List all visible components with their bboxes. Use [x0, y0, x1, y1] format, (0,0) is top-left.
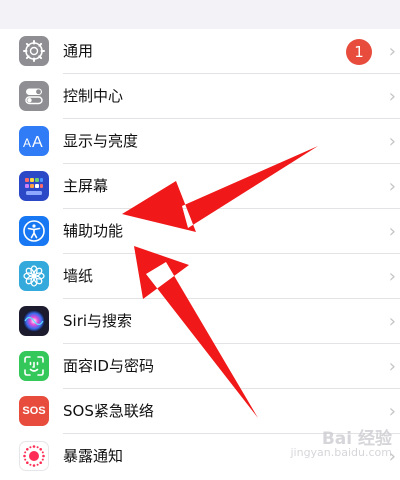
settings-row-siri-search[interactable]: Siri与搜索 ›	[0, 299, 400, 344]
settings-row-label: 控制中心	[63, 87, 124, 105]
chevron-right-icon: ›	[388, 86, 396, 107]
top-gap	[0, 0, 400, 29]
accessibility-icon	[19, 216, 49, 246]
settings-row-emergency-sos[interactable]: SOS SOS紧急联络 ›	[0, 389, 400, 434]
flower-icon	[19, 261, 49, 291]
chevron-right-icon: ›	[388, 401, 396, 422]
chevron-right-icon: ›	[388, 176, 396, 197]
chevron-right-icon: ›	[388, 221, 396, 242]
chevron-right-icon: ›	[388, 41, 396, 62]
exposure-notification-icon	[19, 441, 49, 471]
settings-row-general[interactable]: 通用 1 ›	[0, 29, 400, 74]
sos-icon: SOS	[19, 396, 49, 426]
watermark-url: jingyan.baidu.com	[290, 446, 392, 459]
sos-icon-text: SOS	[22, 405, 46, 417]
watermark-logo-text: Bai 经验	[321, 429, 392, 449]
settings-row-label: 墙纸	[63, 267, 94, 285]
settings-row-face-id-passcode[interactable]: 面容ID与密码 ›	[0, 344, 400, 389]
chevron-right-icon: ›	[388, 266, 396, 287]
settings-row-label: Siri与搜索	[63, 312, 133, 330]
gear-icon	[19, 36, 49, 66]
settings-row-label: SOS紧急联络	[63, 402, 154, 420]
svg-text:A: A	[32, 134, 43, 151]
text-size-icon: A A	[19, 126, 49, 156]
settings-row-label: 面容ID与密码	[63, 357, 154, 375]
settings-row-label: 暴露通知	[63, 447, 124, 465]
chevron-right-icon: ›	[388, 131, 396, 152]
settings-row-wallpaper[interactable]: 墙纸 ›	[0, 254, 400, 299]
face-id-icon	[19, 351, 49, 381]
chevron-right-icon: ›	[388, 356, 396, 377]
home-screen-grid-icon	[19, 171, 49, 201]
toggles-icon	[19, 81, 49, 111]
siri-icon	[19, 306, 49, 336]
settings-row-home-screen[interactable]: 主屏幕 ›	[0, 164, 400, 209]
settings-row-control-center[interactable]: 控制中心 ›	[0, 74, 400, 119]
settings-row-label: 显示与亮度	[63, 132, 139, 150]
settings-row-label: 辅助功能	[63, 222, 124, 240]
notification-badge: 1	[346, 39, 372, 65]
svg-text:A: A	[23, 136, 31, 150]
chevron-right-icon: ›	[388, 311, 396, 332]
settings-row-accessibility[interactable]: 辅助功能 ›	[0, 209, 400, 254]
watermark: Bai 经验 jingyan.baidu.com	[274, 429, 392, 472]
settings-row-display-brightness[interactable]: A A 显示与亮度 ›	[0, 119, 400, 164]
settings-list: 通用 1 › 控制中心 › A A 显示与亮度 › 主屏幕 › 辅助功能 › 墙…	[0, 29, 400, 480]
settings-row-label: 主屏幕	[63, 177, 109, 195]
settings-row-label: 通用	[63, 42, 94, 60]
